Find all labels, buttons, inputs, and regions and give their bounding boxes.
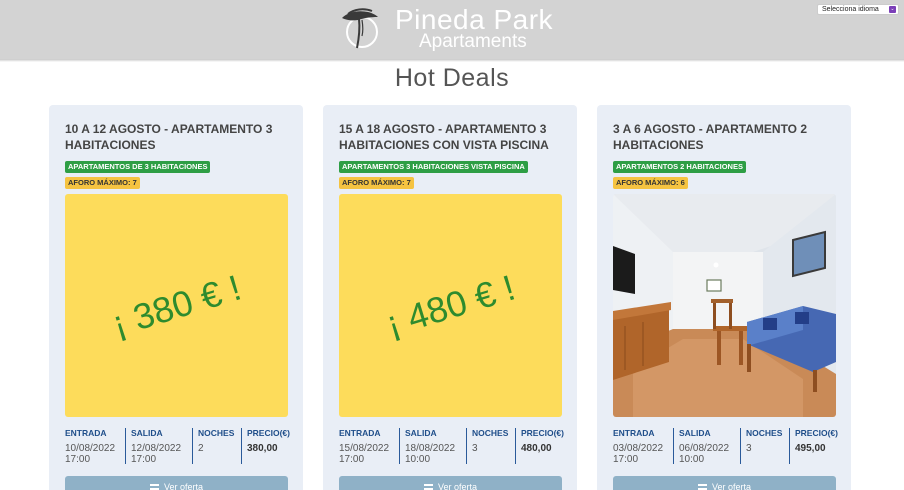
capacity-badge: AFORO MÁXIMO: 7 <box>339 177 414 189</box>
price-column: PRECIO(€) 495,00 <box>795 428 838 454</box>
site-header: Pineda Park Apartaments Selecciona idiom… <box>0 0 904 59</box>
dropdown-icon: ⌄ <box>889 6 896 13</box>
checkout-label: SALIDA <box>405 428 437 438</box>
price-column: PRECIO(€) 480,00 <box>521 428 564 454</box>
logo-subtitle[interactable]: Apartaments <box>419 31 527 53</box>
deal-price-text: ¡ 380 € ! <box>107 266 246 344</box>
checkout-date: 06/08/2022 10:00 <box>679 443 730 465</box>
deal-title[interactable]: 3 A 6 AGOSTO - APARTAMENTO 2 HABITACIONE… <box>613 121 837 153</box>
column-divider <box>740 428 741 464</box>
checkin-column: ENTRADA 03/08/2022 17:00 <box>613 428 663 465</box>
nights-label: NOCHES <box>746 428 783 438</box>
column-divider <box>241 428 242 464</box>
pine-tree-logo-icon[interactable] <box>338 6 382 50</box>
column-divider <box>192 428 193 464</box>
menu-icon <box>697 484 707 490</box>
language-selector[interactable]: Selecciona idioma ⌄ <box>817 4 899 15</box>
checkin-column: ENTRADA 15/08/2022 17:00 <box>339 428 389 465</box>
checkin-date: 10/08/2022 17:00 <box>65 443 116 465</box>
price-label: PRECIO(€) <box>247 428 290 438</box>
price-value: 480,00 <box>521 443 552 454</box>
nights-value: 3 <box>746 443 752 454</box>
deal-card: 3 A 6 AGOSTO - APARTAMENTO 2 HABITACIONE… <box>597 105 851 490</box>
deal-card: 10 A 12 AGOSTO - APARTAMENTO 3 HABITACIO… <box>49 105 303 490</box>
deal-card: 15 A 18 AGOSTO - APARTAMENTO 3 HABITACIO… <box>323 105 577 490</box>
deal-price-image[interactable]: ¡ 480 € ! <box>339 194 562 417</box>
checkin-date: 03/08/2022 17:00 <box>613 443 664 465</box>
checkout-column: SALIDA 12/08/2022 17:00 <box>131 428 181 465</box>
checkout-column: SALIDA 18/08/2022 10:00 <box>405 428 455 465</box>
apartment-photo[interactable] <box>613 194 836 417</box>
deal-title[interactable]: 10 A 12 AGOSTO - APARTAMENTO 3 HABITACIO… <box>65 121 289 153</box>
price-value: 495,00 <box>795 443 826 454</box>
column-divider <box>399 428 400 464</box>
category-badge: APARTAMENTOS 3 HABITACIONES VISTA PISCIN… <box>339 161 528 173</box>
column-divider <box>125 428 126 464</box>
capacity-badge: AFORO MÁXIMO: 7 <box>65 177 140 189</box>
capacity-badge: AFORO MÁXIMO: 6 <box>613 177 688 189</box>
deal-price-text: ¡ 480 € ! <box>381 266 520 344</box>
checkin-column: ENTRADA 10/08/2022 17:00 <box>65 428 115 465</box>
checkout-label: SALIDA <box>131 428 163 438</box>
menu-icon <box>149 484 159 490</box>
price-value: 380,00 <box>247 443 278 454</box>
checkout-date: 12/08/2022 17:00 <box>131 443 182 465</box>
checkout-label: SALIDA <box>679 428 711 438</box>
column-divider <box>673 428 674 464</box>
column-divider <box>789 428 790 464</box>
column-divider <box>466 428 467 464</box>
checkout-date: 18/08/2022 10:00 <box>405 443 456 465</box>
nights-label: NOCHES <box>472 428 509 438</box>
price-column: PRECIO(€) 380,00 <box>247 428 290 454</box>
nights-column: NOCHES 3 <box>746 428 782 454</box>
deal-price-image[interactable]: ¡ 380 € ! <box>65 194 288 417</box>
language-selector-label: Selecciona idioma <box>822 6 879 13</box>
checkin-date: 15/08/2022 17:00 <box>339 443 390 465</box>
checkout-column: SALIDA 06/08/2022 10:00 <box>679 428 729 465</box>
view-offer-button[interactable]: Ver oferta <box>339 476 562 490</box>
checkin-label: ENTRADA <box>65 428 107 438</box>
view-offer-label: Ver oferta <box>437 482 478 490</box>
nights-column: NOCHES 2 <box>198 428 234 454</box>
checkin-label: ENTRADA <box>339 428 381 438</box>
page-title: Hot Deals <box>394 64 510 92</box>
view-offer-button[interactable]: Ver oferta <box>65 476 288 490</box>
price-label: PRECIO(€) <box>795 428 838 438</box>
nights-value: 3 <box>472 443 478 454</box>
view-offer-label: Ver oferta <box>163 482 204 490</box>
view-offer-button[interactable]: Ver oferta <box>613 476 836 490</box>
view-offer-label: Ver oferta <box>711 482 752 490</box>
menu-icon <box>423 484 433 490</box>
nights-column: NOCHES 3 <box>472 428 508 454</box>
column-divider <box>515 428 516 464</box>
checkin-label: ENTRADA <box>613 428 655 438</box>
nights-value: 2 <box>198 443 204 454</box>
deal-title[interactable]: 15 A 18 AGOSTO - APARTAMENTO 3 HABITACIO… <box>339 121 563 153</box>
header-divider <box>0 59 904 62</box>
category-badge: APARTAMENTOS DE 3 HABITACIONES <box>65 161 211 173</box>
price-label: PRECIO(€) <box>521 428 564 438</box>
nights-label: NOCHES <box>198 428 235 438</box>
category-badge: APARTAMENTOS 2 HABITACIONES <box>613 161 746 173</box>
